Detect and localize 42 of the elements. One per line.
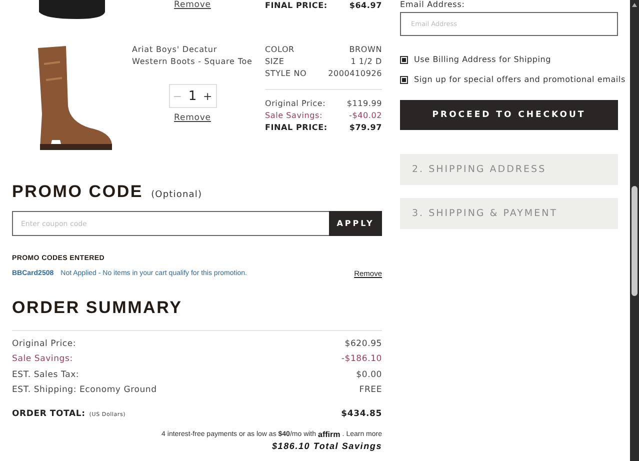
section-heading: PROMO CODE	[12, 182, 144, 202]
price-label: Sale Savings:	[265, 110, 323, 122]
attribute-label: SIZE	[265, 56, 284, 68]
total-label: ORDER TOTAL:	[12, 408, 86, 422]
price-value: $79.97	[349, 122, 382, 134]
summary-label: EST. Sales Tax:	[12, 368, 80, 382]
attribute-label: COLOR	[265, 44, 294, 56]
checkout-button[interactable]: PROCEED TO CHECKOUT	[400, 100, 618, 130]
summary-value: $0.00	[356, 368, 382, 382]
increase-button[interactable]: +	[203, 90, 212, 102]
price-label: FINAL PRICE:	[265, 122, 328, 134]
attribute-label: STYLE NO	[265, 68, 307, 80]
optional-label: (Optional)	[151, 190, 202, 200]
summary-value: $620.95	[344, 338, 382, 351]
summary-label: Sale Savings:	[12, 353, 73, 366]
email-label: Email Address:	[400, 0, 466, 9]
price-value: $119.99	[346, 98, 382, 110]
price-label: FINAL PRICE:	[265, 0, 328, 12]
remove-link[interactable]: Remove	[174, 113, 211, 123]
price-label: Original Price:	[265, 98, 326, 110]
checkbox-label: Sign up for special offers and promotional emails	[414, 75, 626, 84]
checkbox[interactable]	[400, 76, 408, 84]
price-value: -$40.02	[349, 110, 382, 122]
attribute-value: 1 1/2 D	[350, 56, 382, 68]
product-name: Ariat Boys' Decatur Western Boots - Square Toe	[132, 44, 253, 68]
attribute-value: 2000410926	[328, 68, 382, 80]
boot-drawing	[37, 0, 107, 20]
checkbox-label: Use Billing Address for Shipping	[414, 55, 552, 64]
remove-link[interactable]: Remove	[174, 0, 211, 10]
summary-value: FREE	[359, 384, 382, 397]
affirm-logo: affirm	[318, 430, 340, 440]
attribute-value: BROWN	[349, 44, 382, 56]
checkbox[interactable]	[400, 56, 408, 64]
summary-label: Original Price:	[12, 338, 76, 351]
summary-value: -$186.10	[341, 353, 382, 366]
total-savings: $186.10 Total Savings	[270, 441, 382, 452]
quantity-value: 1	[188, 88, 197, 104]
price-value: $64.97	[349, 0, 382, 12]
apply-button[interactable]: APPLY	[329, 211, 382, 236]
section-heading: ORDER SUMMARY	[12, 298, 182, 318]
summary-label: EST. Shipping: Economy Ground	[12, 384, 157, 397]
total-value: $434.85	[341, 408, 382, 422]
